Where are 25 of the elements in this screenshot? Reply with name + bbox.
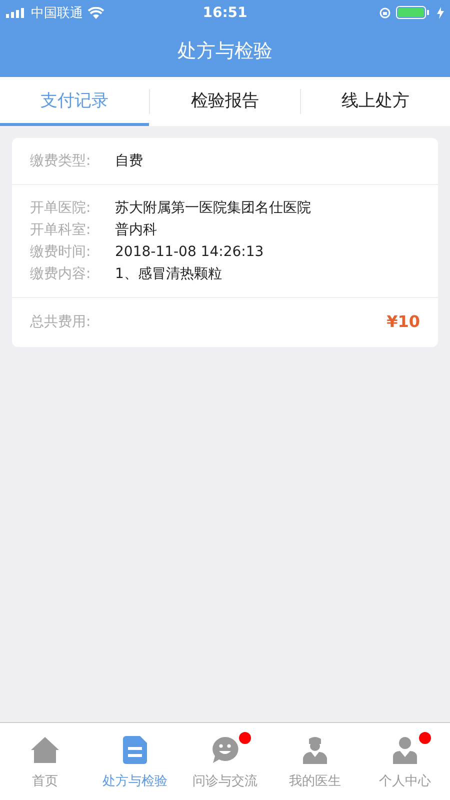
- clock-time: 16:51: [202, 4, 248, 20]
- field-value: 苏大附属第一医院集团名仕医院: [115, 199, 311, 218]
- person-icon: [391, 736, 419, 764]
- page-title: 处方与检验: [178, 39, 272, 64]
- field-label: 缴费内容:: [30, 265, 92, 284]
- total-label: 总共费用:: [30, 312, 92, 330]
- field-label: 缴费时间:: [30, 243, 92, 262]
- field-value: 自费: [115, 152, 143, 171]
- charging-icon: [437, 6, 444, 18]
- rotation-lock-icon: [379, 6, 391, 18]
- battery-icon: [396, 6, 432, 19]
- smiley-chat-icon: [211, 736, 239, 764]
- house-icon: [30, 736, 60, 764]
- document-icon: [123, 736, 147, 764]
- field-label: 开单医院:: [30, 199, 92, 218]
- carrier-name: 中国联通: [31, 4, 83, 22]
- signal-icon: [6, 8, 26, 18]
- field-value: 1、感冒清热颗粒: [115, 265, 222, 284]
- doctor-icon: [301, 736, 329, 764]
- field-label: 缴费类型:: [30, 152, 92, 171]
- wifi-icon: [88, 6, 104, 18]
- field-value: 2018-11-08 14:26:13: [115, 243, 264, 262]
- field-value: 普内科: [115, 221, 157, 240]
- total-amount: ¥10: [386, 312, 420, 331]
- field-label: 开单科室:: [30, 221, 92, 240]
